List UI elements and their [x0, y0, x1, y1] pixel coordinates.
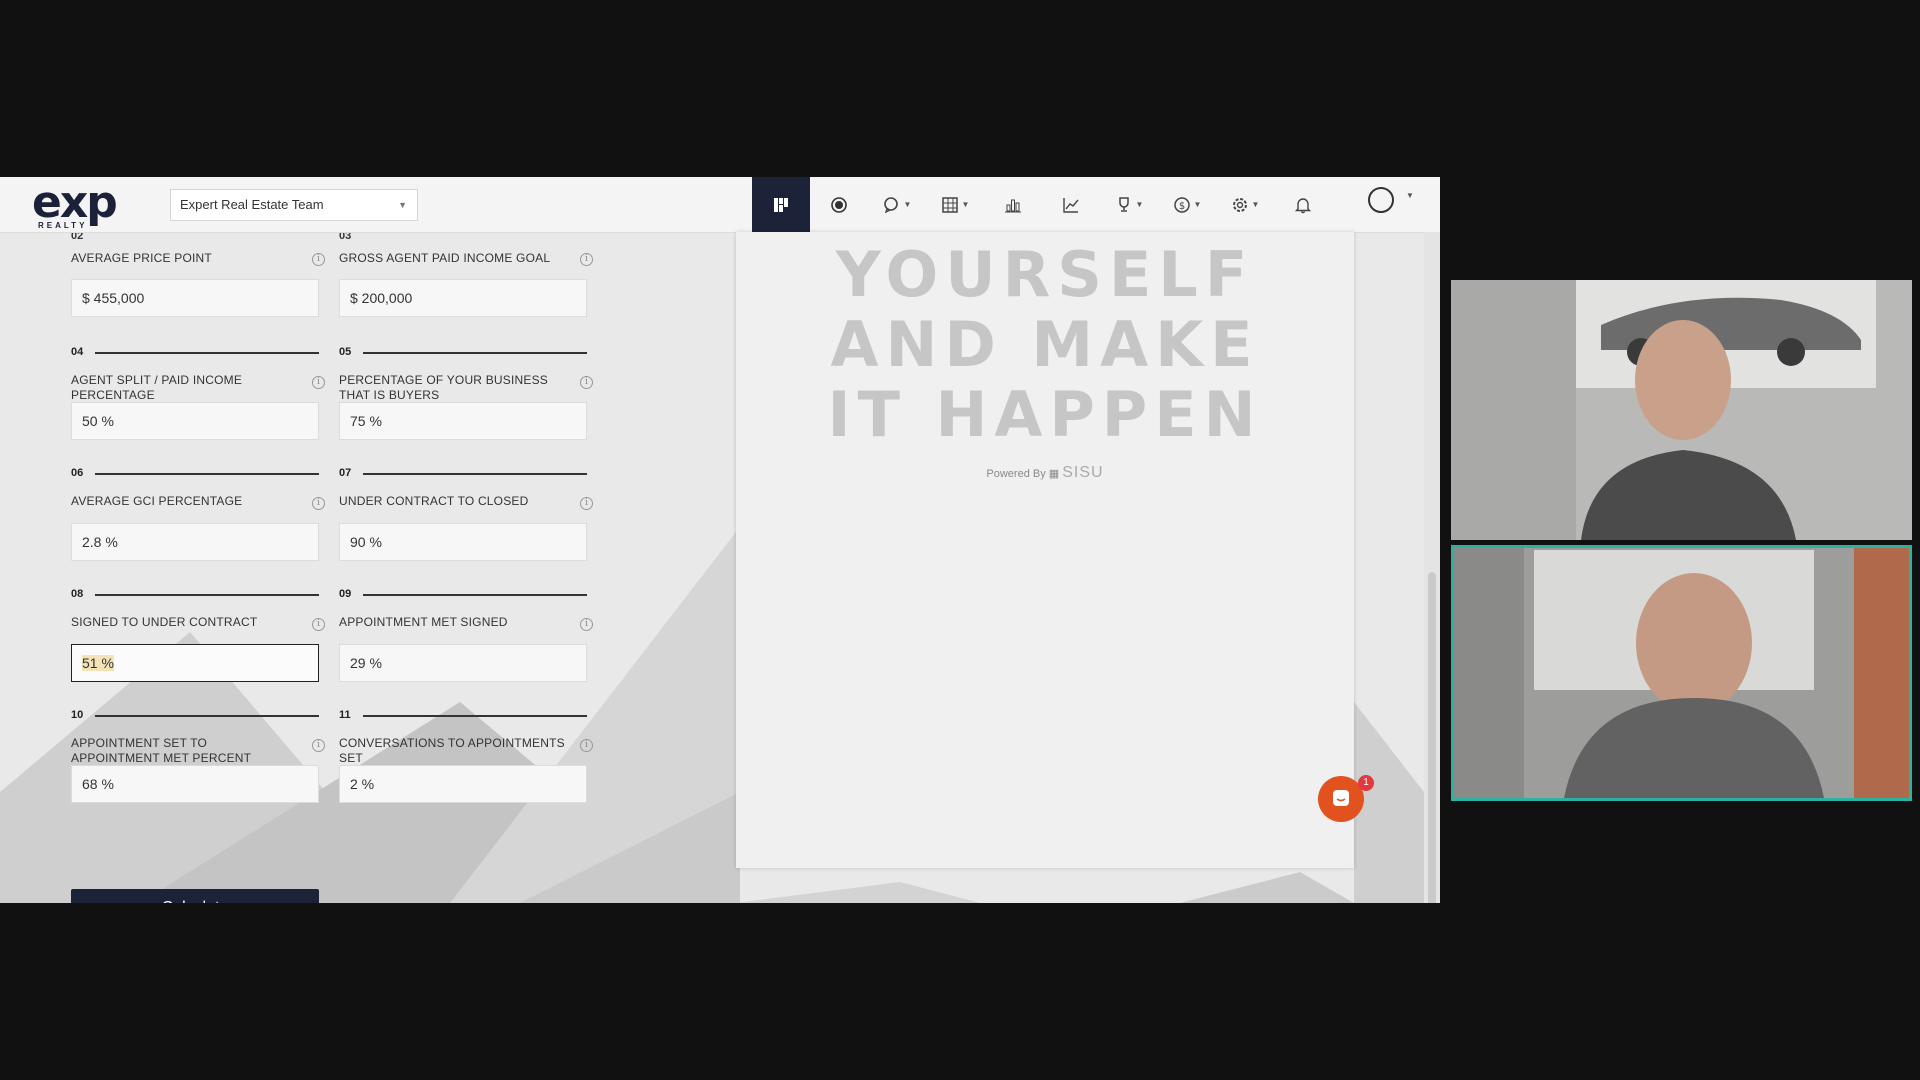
info-icon[interactable]: i: [312, 253, 325, 266]
average-price-point-input[interactable]: $ 455,000: [71, 279, 319, 317]
field-signed-to-under-contract: 08 SIGNED TO UNDER CONTRACT i 51 %: [71, 588, 325, 682]
field-number-cutoff: 02: [71, 233, 84, 239]
chevron-down-icon: ▼: [1406, 191, 1414, 200]
field-label: AGENT SPLIT / PAID INCOME PERCENTAGE: [71, 373, 243, 402]
top-navigation-bar: exp REALTY Expert Real Estate Team ▼ ▼ ▼: [0, 177, 1440, 233]
notification-badge: 1: [1358, 775, 1374, 791]
participant-video-2: [1451, 545, 1912, 801]
field-average-gci: 06 AVERAGE GCI PERCENTAGE i 2.8 %: [71, 467, 325, 561]
info-icon[interactable]: i: [580, 739, 593, 752]
divider: [95, 352, 319, 354]
info-icon[interactable]: i: [580, 497, 593, 510]
line-chart-icon[interactable]: [1042, 177, 1100, 232]
field-number-cutoff: 03: [339, 233, 352, 239]
participant-portrait-2: [1454, 548, 1909, 798]
field-label: AVERAGE PRICE POINT: [71, 251, 212, 265]
divider: [363, 473, 587, 475]
divider: [363, 594, 587, 596]
info-icon[interactable]: i: [580, 618, 593, 631]
exp-realty-logo[interactable]: exp REALTY: [32, 177, 124, 231]
participant-portrait-1: [1451, 280, 1912, 540]
record-icon[interactable]: [810, 177, 868, 232]
field-gross-income-goal: GROSS AGENT PAID INCOME GOAL i $ 200,000: [339, 251, 593, 317]
participant-video-1: [1451, 280, 1912, 540]
calculate-button[interactable]: Calculate: [71, 889, 319, 903]
info-icon[interactable]: i: [580, 376, 593, 389]
info-icon[interactable]: i: [312, 739, 325, 752]
chevron-down-icon: ▼: [398, 200, 407, 210]
powered-by-sisu[interactable]: Powered By ▦ SISU: [736, 464, 1354, 482]
divider: [95, 473, 319, 475]
selected-value: 51 %: [82, 655, 114, 671]
appointment-set-to-met-input[interactable]: 68 %: [71, 765, 319, 803]
dollar-icon[interactable]: $ ▼: [1158, 177, 1216, 232]
field-average-price-point: AVERAGE PRICE POINT i $ 455,000: [71, 251, 325, 317]
field-buyer-percentage: 05 PERCENTAGE OF YOUR BUSINESS THAT IS B…: [339, 346, 593, 440]
appointment-met-signed-input[interactable]: 29 %: [339, 644, 587, 682]
powered-by-text: Powered By: [986, 468, 1046, 480]
motto-line: YOURSELF: [835, 238, 1255, 311]
buyer-percentage-input[interactable]: 75 %: [339, 402, 587, 440]
avatar-icon: [1368, 187, 1394, 213]
motto-line: AND MAKE: [830, 308, 1260, 381]
info-icon[interactable]: i: [312, 497, 325, 510]
settings-icon[interactable]: ▼: [1216, 177, 1274, 232]
motivational-heading: YOURSELF AND MAKE IT HAPPEN: [736, 240, 1354, 450]
field-under-contract-to-closed: 07 UNDER CONTRACT TO CLOSED i 90 %: [339, 467, 593, 561]
grid-report-icon[interactable]: ▼: [926, 177, 984, 232]
info-icon[interactable]: i: [312, 618, 325, 631]
divider: [95, 715, 319, 717]
chat-bubble-icon[interactable]: ▼: [868, 177, 926, 232]
main-nav: ▼ ▼ ▼ $ ▼ ▼: [752, 177, 1332, 232]
dashboard-icon[interactable]: [752, 177, 810, 232]
divider: [95, 594, 319, 596]
sisu-logo-icon: ▦: [1048, 468, 1060, 480]
team-select-value: Expert Real Estate Team: [180, 197, 324, 212]
divider: [363, 352, 587, 354]
field-appointment-set-to-met: 10 APPOINTMENT SET TO APPOINTMENT MET PE…: [71, 709, 325, 803]
bell-icon[interactable]: [1274, 177, 1332, 232]
field-label: APPOINTMENT SET TO APPOINTMENT MET PERCE…: [71, 736, 252, 765]
conversations-to-appointments-input[interactable]: 2 %: [339, 765, 587, 803]
sisu-brand-text: SISU: [1062, 464, 1104, 481]
logo-text: exp: [32, 177, 118, 228]
user-menu[interactable]: ▼: [1368, 187, 1414, 217]
results-card: YOURSELF AND MAKE IT HAPPEN Powered By ▦…: [736, 232, 1354, 868]
field-label: SIGNED TO UNDER CONTRACT: [71, 615, 258, 629]
info-icon[interactable]: i: [580, 253, 593, 266]
scrollbar-thumb[interactable]: [1428, 572, 1436, 903]
chat-icon: [1333, 790, 1349, 806]
info-icon[interactable]: i: [312, 376, 325, 389]
svg-text:$: $: [1178, 201, 1184, 212]
motto-line: IT HAPPEN: [827, 378, 1263, 451]
trophy-icon[interactable]: ▼: [1100, 177, 1158, 232]
field-label: APPOINTMENT MET SIGNED: [339, 615, 508, 629]
page-scrollbar[interactable]: [1424, 232, 1440, 903]
field-label: UNDER CONTRACT TO CLOSED: [339, 494, 529, 508]
field-label: GROSS AGENT PAID INCOME GOAL: [339, 251, 551, 265]
average-gci-input[interactable]: 2.8 %: [71, 523, 319, 561]
crm-app-window: exp REALTY Expert Real Estate Team ▼ ▼ ▼: [0, 177, 1440, 903]
field-appointment-met-signed: 09 APPOINTMENT MET SIGNED i 29 %: [339, 588, 593, 682]
calculator-form: 02 03 AVERAGE PRICE POINT i $ 455,000 GR…: [0, 233, 720, 903]
bar-chart-icon[interactable]: [984, 177, 1042, 232]
field-label: PERCENTAGE OF YOUR BUSINESS THAT IS BUYE…: [339, 373, 548, 402]
field-label: AVERAGE GCI PERCENTAGE: [71, 494, 243, 508]
gross-income-goal-input[interactable]: $ 200,000: [339, 279, 587, 317]
agent-split-input[interactable]: 50 %: [71, 402, 319, 440]
field-conversations-to-appointments: 11 CONVERSATIONS TO APPOINTMENTS SET i 2…: [339, 709, 593, 803]
signed-to-under-contract-input[interactable]: 51 %: [71, 644, 319, 682]
logo-subtext: REALTY: [38, 221, 88, 230]
divider: [363, 715, 587, 717]
field-label: CONVERSATIONS TO APPOINTMENTS SET: [339, 736, 565, 765]
under-contract-to-closed-input[interactable]: 90 %: [339, 523, 587, 561]
field-agent-split: 04 AGENT SPLIT / PAID INCOME PERCENTAGE …: [71, 346, 325, 440]
team-select[interactable]: Expert Real Estate Team ▼: [170, 189, 418, 221]
